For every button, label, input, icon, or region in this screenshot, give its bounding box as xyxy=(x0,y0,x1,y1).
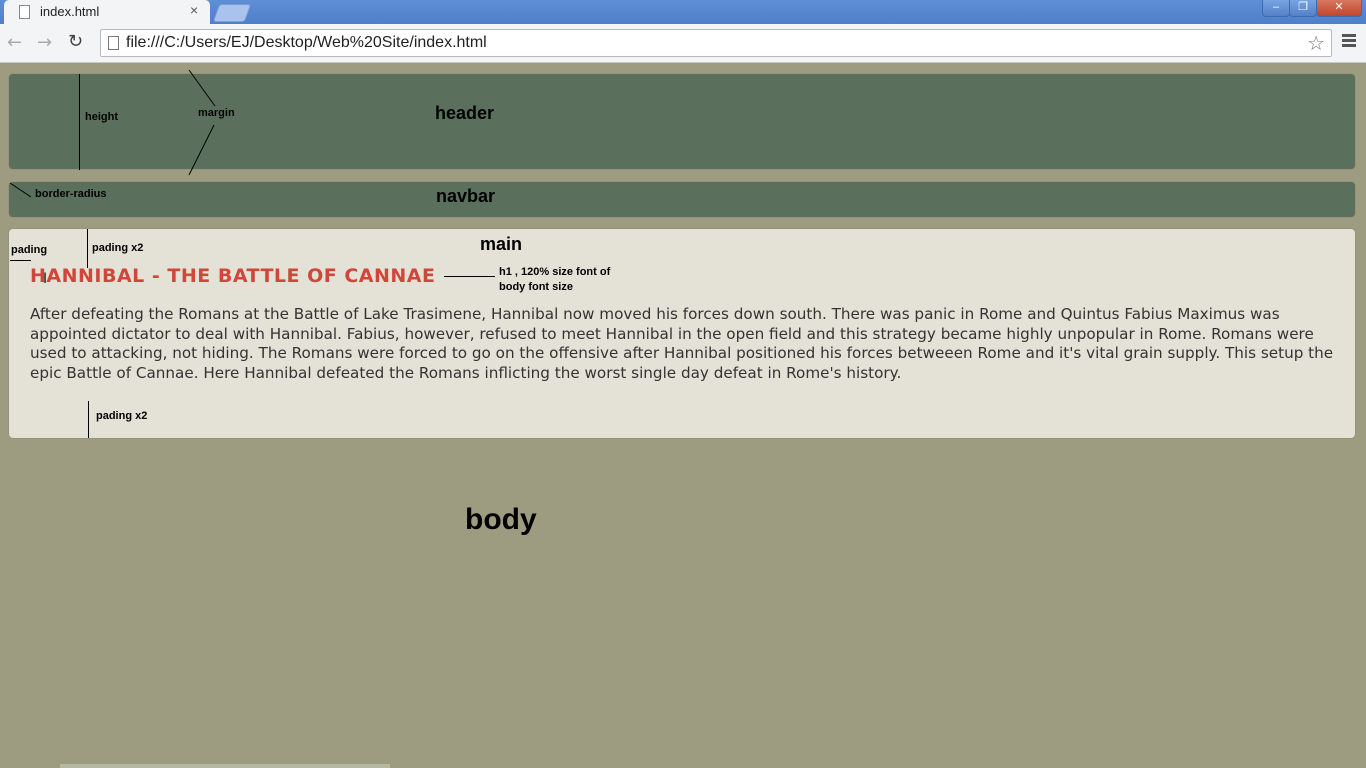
margin-annotation: margin xyxy=(198,107,235,119)
paragraph: After defeating the Romans at the Battle… xyxy=(30,305,1334,382)
height-annotation: height xyxy=(85,111,118,123)
header-box xyxy=(9,74,1355,169)
back-icon[interactable]: ← xyxy=(7,32,22,53)
body-label: body xyxy=(465,503,537,536)
page-heading: HANNIBAL - THE BATTLE OF CANNAE xyxy=(30,265,436,287)
maximize-button[interactable]: ❐ xyxy=(1289,0,1317,17)
navbar-box xyxy=(9,182,1355,217)
new-tab-button[interactable] xyxy=(212,4,252,22)
padding-x2-bottom-annotation: pading x2 xyxy=(96,410,148,422)
url-text[interactable]: file:///C:/Users/EJ/Desktop/Web%20Site/i… xyxy=(126,34,487,52)
text-cursor-icon: I xyxy=(43,271,48,287)
padding-annotation: pading xyxy=(11,244,48,256)
bookmark-star-icon[interactable]: ☆ xyxy=(1307,31,1325,55)
close-window-button[interactable]: ✕ xyxy=(1316,0,1362,17)
h1-note-line2: body font size xyxy=(499,281,573,293)
title-bar: index.html × – ❐ ✕ xyxy=(0,0,1366,24)
address-bar[interactable]: file:///C:/Users/EJ/Desktop/Web%20Site/i… xyxy=(100,29,1332,57)
bottom-edge xyxy=(60,764,390,768)
padding-x2-top-annotation: pading x2 xyxy=(92,242,144,254)
browser-toolbar: ← → ↻ file:///C:/Users/EJ/Desktop/Web%20… xyxy=(0,24,1366,63)
reload-icon[interactable]: ↻ xyxy=(68,31,83,52)
page-icon xyxy=(108,36,119,50)
minimize-button[interactable]: – xyxy=(1262,0,1290,17)
h1-note-line1: h1 , 120% size font of xyxy=(499,266,611,278)
tab-title: index.html xyxy=(40,4,100,19)
header-label: header xyxy=(435,103,495,123)
border-radius-annotation: border-radius xyxy=(35,188,107,200)
main-label: main xyxy=(480,234,523,254)
close-tab-icon[interactable]: × xyxy=(190,2,198,18)
menu-icon[interactable] xyxy=(1342,34,1356,49)
forward-icon[interactable]: → xyxy=(37,32,52,53)
document-icon xyxy=(19,5,30,19)
browser-tab[interactable]: index.html × xyxy=(4,0,210,24)
navbar-label: navbar xyxy=(436,186,496,206)
